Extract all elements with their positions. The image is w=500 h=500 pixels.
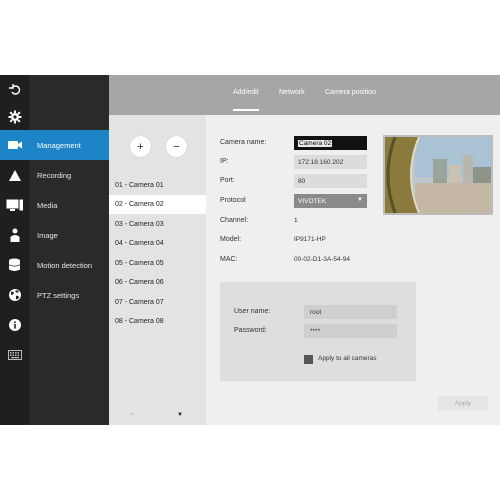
menu-item-label: Media [37,200,58,210]
logout-icon[interactable] [0,75,29,105]
menu-item-label: Recording [37,170,72,180]
plus-icon: + [137,140,144,153]
menu-item-media[interactable]: Media [29,190,109,220]
add-camera-button[interactable]: + [130,136,151,157]
settings-menu: Management Recording Media Image Motion … [29,75,109,425]
camera-list-panel: + − 01 - Camera 01 02 - Camera 02 03 - C… [109,115,206,425]
camera-list-item[interactable]: 04 - Camera 04 [109,234,206,253]
tab-bar: Add/edit Network Camera position [109,75,500,115]
ip-label: IP: [220,158,229,165]
mac-label: MAC: [220,256,238,263]
camera-item-label: 02 - Camera 02 [115,201,164,208]
monitor-icon[interactable] [0,190,29,220]
username-value: root [310,308,322,316]
camera-item-label: 07 - Camera 07 [115,299,164,306]
camera-icon[interactable] [0,130,29,160]
tab-label: Camera position [325,89,376,96]
mac-value: 00-02-D1-3A-54-94 [294,256,351,263]
protocol-select[interactable]: VIVOTEK ▼ [294,194,367,208]
camera-name-value: Camera 02 [298,139,333,147]
camera-list-item[interactable]: 02 - Camera 02 [109,195,206,214]
vast-config-window: Management Recording Media Image Motion … [0,75,500,425]
camera-name-field[interactable]: Camera 02 [294,136,367,150]
tab-camera-position[interactable]: Camera position [325,89,376,109]
camera-list-item[interactable]: 05 - Camera 05 [109,254,206,273]
tab-label: Add/edit [233,89,259,96]
menu-item-label: Image [37,230,58,240]
active-tab-indicator [233,109,259,111]
camera-list-item[interactable]: 06 - Camera 06 [109,273,206,292]
menu-item-image[interactable]: Image [29,220,109,250]
ip-field[interactable]: 172.18.160.202 [294,155,367,169]
username-label: User name: [234,308,271,315]
camera-preview-image [383,135,493,215]
icon-rail [0,75,29,425]
remove-camera-button[interactable]: − [166,136,187,157]
scroll-down-icon[interactable]: ▼ [177,412,183,418]
info-icon[interactable] [0,310,29,340]
password-label: Password: [234,327,267,334]
model-value: IP9171-HP [294,236,326,243]
apply-button[interactable]: Apply [438,396,488,411]
menu-item-motion-detection[interactable]: Motion detection [29,250,109,280]
menu-item-label: PTZ settings [37,290,80,300]
camera-item-label: 06 - Camera 06 [115,279,164,286]
port-label: Port: [220,177,235,184]
channel-value: 1 [294,217,298,224]
menu-item-label: Management [37,140,81,150]
minus-icon: − [173,140,180,153]
menu-item-management[interactable]: Management [29,130,109,160]
camera-name-label: Camera name: [220,139,267,146]
port-field[interactable]: 80 [294,174,367,188]
camera-item-label: 01 - Camera 01 [115,182,164,189]
port-value: 80 [298,177,306,185]
camera-settings-form: Camera name: Camera 02 IP: 172.18.160.20… [206,115,500,425]
menu-item-label: Motion detection [37,260,93,270]
password-value: **** [310,327,321,335]
camera-item-label: 04 - Camera 04 [115,240,164,247]
menu-item-ptz-settings[interactable]: PTZ settings [29,280,109,310]
camera-list-item[interactable]: 01 - Camera 01 [109,176,206,195]
apply-to-all-checkbox[interactable] [304,355,313,364]
apply-to-all-label: Apply to all cameras [318,355,377,362]
ip-value: 172.18.160.202 [298,158,344,166]
credentials-panel: User name: root Password: **** Apply to … [220,282,416,381]
person-icon[interactable] [0,220,29,250]
camera-item-label: 05 - Camera 05 [115,260,164,267]
globe-icon[interactable] [0,280,29,310]
apply-button-label: Apply [454,400,472,407]
protocol-value: VIVOTEK [298,197,327,205]
protocol-label: Protocol [220,197,246,204]
camera-item-label: 03 - Camera 03 [115,221,164,228]
database-icon[interactable] [0,250,29,280]
gear-icon[interactable] [0,102,29,132]
tab-add-edit[interactable]: Add/edit [233,89,259,111]
scroll-up-icon[interactable]: ▲ [129,411,135,417]
camera-list-item[interactable]: 03 - Camera 03 [109,215,206,234]
keyboard-icon[interactable] [0,340,29,370]
username-field[interactable]: root [304,305,397,319]
camera-list-item[interactable]: 07 - Camera 07 [109,293,206,312]
alert-icon[interactable] [0,160,29,190]
camera-list-item[interactable]: 08 - Camera 08 [109,312,206,331]
camera-item-label: 08 - Camera 08 [115,318,164,325]
channel-label: Channel: [220,217,249,224]
menu-item-recording[interactable]: Recording [29,160,109,190]
tab-label: Network [279,89,305,96]
tab-network[interactable]: Network [279,89,305,109]
password-field[interactable]: **** [304,324,397,338]
model-label: Model: [220,236,242,243]
chevron-down-icon: ▼ [357,197,363,203]
